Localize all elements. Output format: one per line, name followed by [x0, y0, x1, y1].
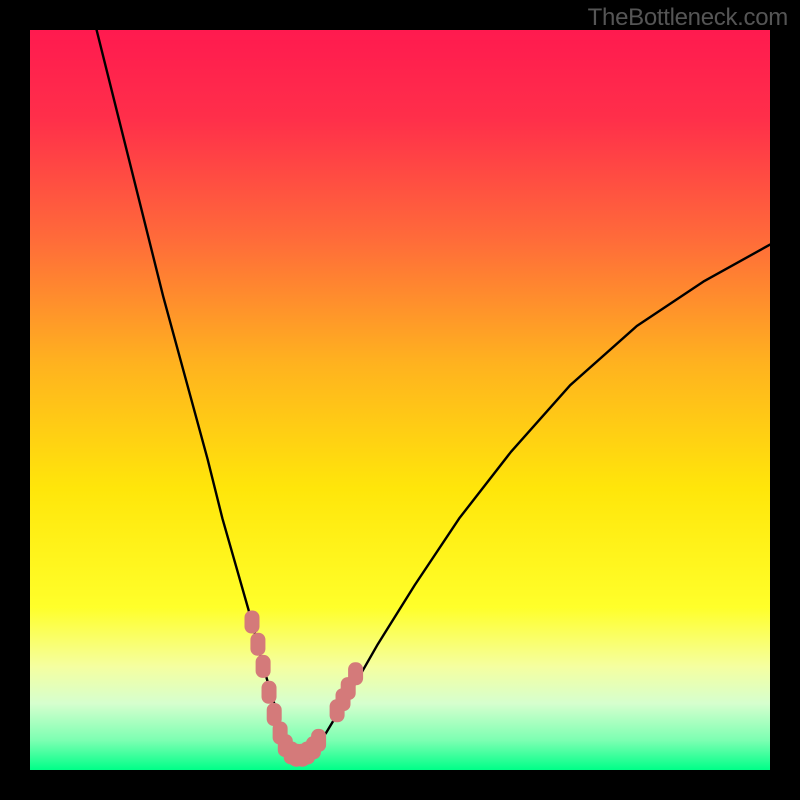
curve-marker — [311, 729, 326, 752]
curve-marker — [250, 633, 265, 656]
curve-marker — [256, 655, 271, 678]
watermark-text: TheBottleneck.com — [588, 4, 788, 32]
marker-group — [245, 611, 364, 767]
plot-area — [30, 30, 770, 770]
chart-frame: TheBottleneck.com — [0, 0, 800, 800]
curve-marker — [262, 681, 277, 704]
bottleneck-curve — [97, 30, 770, 755]
curve-overlay — [30, 30, 770, 770]
curve-marker — [348, 662, 363, 685]
curve-marker — [245, 611, 260, 634]
